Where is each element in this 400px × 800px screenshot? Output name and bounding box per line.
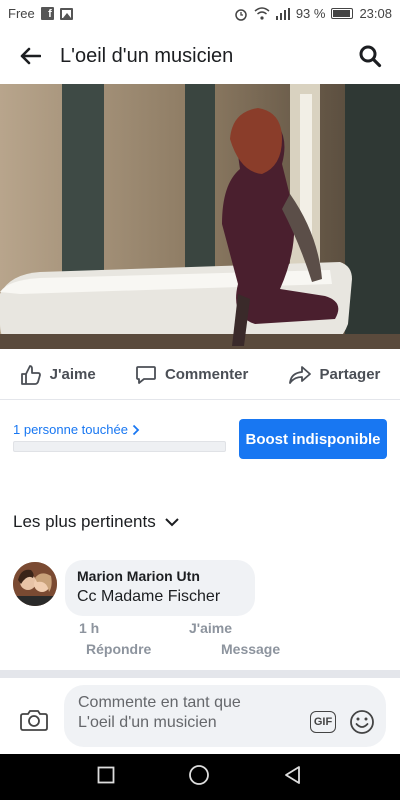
comment-time: 1 h <box>79 620 100 636</box>
section-divider <box>0 670 400 678</box>
back-arrow-icon <box>20 47 41 65</box>
comment-bubble-icon <box>136 365 156 384</box>
comment-bubble[interactable]: Marion Marion Utn Cc Madame Fischer <box>65 560 255 616</box>
square-icon <box>97 766 115 783</box>
comment-actions-row: Répondre Message <box>86 641 280 657</box>
status-time: 23:08 <box>359 6 392 21</box>
comment-meta-row: 1 h J'aime <box>79 620 232 636</box>
reach-progress-bar <box>13 441 226 452</box>
battery-icon <box>331 8 354 19</box>
comment-author[interactable]: Marion Marion Utn <box>77 568 243 584</box>
signal-icon <box>275 7 290 20</box>
facebook-notification-icon: f <box>40 7 54 20</box>
triangle-back-icon <box>285 765 301 784</box>
comment-label: Commenter <box>164 366 249 383</box>
share-button[interactable]: Partager <box>280 364 389 386</box>
page-title: L'oeil d'un musicien <box>60 44 234 67</box>
comment-reply-button[interactable]: Répondre <box>86 641 151 657</box>
sort-label: Les plus pertinents <box>13 512 156 531</box>
comment-input[interactable]: Commente en tant que L'oeil d'un musicie… <box>64 685 386 747</box>
comment-like-button[interactable]: J'aime <box>189 620 232 636</box>
chevron-down-icon <box>164 518 179 527</box>
share-label: Partager <box>319 366 381 383</box>
avatar[interactable] <box>13 562 57 606</box>
system-nav-bar <box>0 754 400 800</box>
avatar-photo <box>13 562 57 606</box>
emoji-button[interactable] <box>349 709 375 741</box>
home-button[interactable] <box>188 764 210 791</box>
search-icon <box>359 45 382 68</box>
thumbs-up-icon <box>20 364 41 385</box>
gif-button[interactable]: GIF <box>310 711 336 733</box>
alarm-icon <box>235 8 247 21</box>
reach-link[interactable]: 1 personne touchée <box>13 422 140 437</box>
app-header: L'oeil d'un musicien <box>0 28 400 84</box>
like-button[interactable]: J'aime <box>12 364 104 386</box>
back-button[interactable] <box>0 28 60 84</box>
share-arrow-icon <box>288 365 311 384</box>
camera-icon <box>20 710 48 731</box>
emoji-icon <box>350 710 374 734</box>
comment-composer: Commente en tant que L'oeil d'un musicie… <box>0 678 400 754</box>
chevron-right-icon <box>132 424 140 435</box>
status-bar: Free f 93 % 23:08 <box>0 0 400 28</box>
wifi-icon <box>254 7 270 20</box>
recents-button[interactable] <box>97 766 115 789</box>
image-notification-icon <box>59 7 73 20</box>
comment-text: Cc Madame Fischer <box>77 588 221 605</box>
boost-button[interactable]: Boost indisponible <box>239 419 387 459</box>
search-button[interactable] <box>340 28 400 84</box>
comment-message-button[interactable]: Message <box>221 641 280 657</box>
reach-text: 1 personne touchée <box>13 422 128 437</box>
composer-placeholder-line1: Commente en tant que <box>78 694 241 711</box>
circle-icon <box>189 764 209 785</box>
battery-percent: 93 % <box>295 6 326 21</box>
post-actions: J'aime Commenter Partager <box>0 350 400 400</box>
comment-sort-dropdown[interactable]: Les plus pertinents <box>13 512 180 532</box>
back-nav-button[interactable] <box>283 765 303 790</box>
camera-button[interactable] <box>20 708 48 737</box>
post-photo[interactable] <box>0 84 400 349</box>
comment-button[interactable]: Commenter <box>127 364 256 386</box>
like-label: J'aime <box>49 366 96 383</box>
photo-illustration <box>0 84 400 349</box>
carrier-label: Free <box>8 6 35 21</box>
